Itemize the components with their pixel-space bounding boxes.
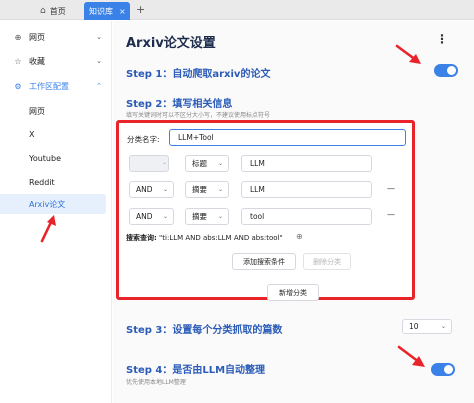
step1-label: Step 1：自动爬取arxiv的论文 — [126, 69, 271, 80]
field-select-value: 标题 — [192, 159, 207, 168]
gear-icon: ⚙ — [14, 81, 22, 91]
annotation-arrow — [40, 215, 56, 243]
delete-category-button[interactable]: 删除分类 — [303, 253, 351, 270]
remove-row-icon[interactable]: — — [387, 184, 395, 193]
sidebar-subitem-x[interactable]: X — [0, 124, 106, 144]
operator-select[interactable]: AND ⌄ — [129, 181, 174, 198]
field-select[interactable]: 摘要 ⌄ — [185, 208, 229, 225]
sidebar: ⊕ 网页 ⌄ ☆ 收藏 ⌄ ⚙ 工作区配置 ⌃ 网页 X Youtube Red… — [0, 21, 112, 403]
chevron-up-icon: ⌃ — [96, 82, 102, 90]
sidebar-subitem-youtube[interactable]: Youtube — [0, 148, 106, 168]
tab-home[interactable]: ⌂ 首页 — [40, 2, 90, 20]
globe-icon: ⊕ — [14, 32, 22, 42]
operator-select-value: AND — [136, 185, 153, 194]
new-category-button[interactable]: 新增分类 — [267, 284, 319, 301]
category-name-input[interactable]: LLM+Tool — [169, 129, 406, 146]
sidebar-subitem-reddit[interactable]: Reddit — [0, 172, 106, 192]
sidebar-item-label: 工作区配置 — [29, 81, 69, 91]
keyword-input[interactable]: tool — [241, 208, 372, 225]
step2-hint: 填写关键词时可以不区分大小写，不建议使用标点符号 — [126, 112, 271, 119]
tab-knowledge-base-label: 知识库 — [89, 6, 113, 16]
sidebar-item-workspace-config[interactable]: ⚙ 工作区配置 ⌃ — [0, 75, 112, 97]
step2-label: Step 2：填写相关信息 — [126, 99, 233, 110]
sidebar-item-web[interactable]: ⊕ 网页 ⌄ — [0, 26, 112, 48]
chevron-down-icon: ⌄ — [440, 323, 446, 330]
chevron-down-icon: ⌄ — [162, 213, 168, 220]
tab-home-label: 首页 — [49, 6, 66, 16]
step1-toggle[interactable] — [434, 64, 458, 77]
keyword-input[interactable]: LLM — [241, 181, 372, 198]
sidebar-item-favorites[interactable]: ☆ 收藏 ⌄ — [0, 50, 112, 72]
step3-label: Step 3：设置每个分类抓取的篇数 — [126, 325, 283, 336]
field-select-value: 摘要 — [192, 185, 207, 194]
field-select[interactable]: 摘要 ⌄ — [185, 181, 229, 198]
step4-label: Step 4：是否由LLM自动整理 — [126, 365, 266, 376]
add-tab-icon[interactable]: + — [136, 3, 145, 16]
copy-query-icon[interactable]: ⊕ — [296, 232, 303, 241]
page-title: Arxiv论文设置 — [126, 36, 216, 51]
keyword-input[interactable]: LLM — [241, 155, 372, 172]
operator-select[interactable]: AND ⌄ — [129, 208, 174, 225]
remove-row-icon[interactable]: — — [387, 210, 395, 219]
field-select-value: 摘要 — [192, 212, 207, 221]
chevron-down-icon: ⌄ — [217, 213, 223, 220]
sidebar-subitem-web[interactable]: 网页 — [0, 101, 106, 121]
home-icon: ⌂ — [40, 6, 46, 16]
sidebar-item-label: 网页 — [29, 32, 45, 42]
more-options-icon[interactable]: ⋮ — [436, 32, 448, 46]
category-name-label: 分类名字: — [127, 135, 160, 144]
annotation-arrow — [397, 345, 425, 367]
operator-select-value: AND — [136, 212, 153, 221]
sidebar-subitem-arxiv[interactable]: Arxiv论文 — [0, 194, 106, 214]
search-query: 搜索查询: "ti:LLM AND abs:LLM AND abs:tool" — [126, 233, 283, 243]
papers-per-category-select[interactable]: 10 ⌄ — [402, 319, 452, 334]
add-condition-button[interactable]: 添加搜索条件 — [232, 253, 296, 270]
chevron-down-icon: ⌄ — [162, 159, 168, 166]
step4-hint: 优先使用本地LLM整理 — [126, 379, 186, 386]
tab-bar: ⌂ 首页 知识库 × + — [0, 0, 474, 20]
tab-knowledge-base[interactable]: 知识库 × — [84, 2, 130, 20]
annotation-arrow — [395, 44, 421, 64]
field-select[interactable]: 标题 ⌄ — [185, 155, 229, 172]
papers-per-category-value: 10 — [409, 322, 419, 331]
star-icon: ☆ — [14, 56, 22, 66]
close-icon[interactable]: × — [119, 7, 126, 16]
chevron-down-icon: ⌄ — [96, 57, 102, 65]
category-form: 分类名字: LLM+Tool ⌄ 标题 ⌄ LLM AND ⌄ 摘要 ⌄ LLM… — [116, 120, 415, 300]
search-query-value: "ti:LLM AND abs:LLM AND abs:tool" — [159, 234, 283, 242]
chevron-down-icon: ⌄ — [162, 186, 168, 193]
search-query-label: 搜索查询: — [126, 234, 157, 242]
chevron-down-icon: ⌄ — [96, 33, 102, 41]
chevron-down-icon: ⌄ — [217, 160, 223, 167]
chevron-down-icon: ⌄ — [217, 186, 223, 193]
step4-toggle[interactable] — [431, 363, 455, 376]
sidebar-item-label: 收藏 — [29, 56, 45, 66]
